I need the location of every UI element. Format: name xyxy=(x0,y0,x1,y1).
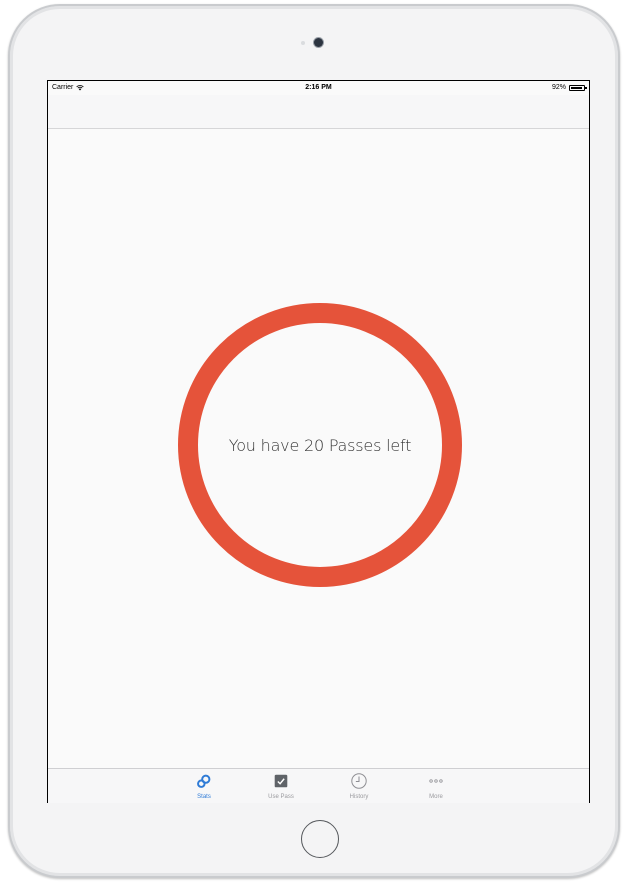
front-sensor xyxy=(301,41,305,45)
status-battery: 92% xyxy=(551,84,587,91)
battery-level-fill xyxy=(571,86,583,89)
status-bar: Carrier 2:16 PM 92% xyxy=(48,81,589,95)
tab-more-label: More xyxy=(429,794,443,800)
tab-stats[interactable]: Stats xyxy=(184,772,224,800)
app-view: Carrier 2:16 PM 92% You have 20 Passes l… xyxy=(48,81,589,803)
front-camera xyxy=(314,38,323,47)
clock-icon xyxy=(351,773,367,789)
more-icon xyxy=(429,779,443,783)
tab-bar: Stats Use Pass History More xyxy=(48,768,589,803)
tab-stats-label: Stats xyxy=(197,794,211,800)
navigation-bar xyxy=(48,95,589,129)
stats-icon xyxy=(197,774,211,788)
home-button[interactable] xyxy=(301,820,339,858)
tab-more[interactable]: More xyxy=(416,772,456,800)
battery-percent: 92% xyxy=(551,84,566,91)
tab-use-pass-label: Use Pass xyxy=(268,794,294,800)
passes-left-text: You have 20 Passes left xyxy=(228,435,412,455)
passes-ring: You have 20 Passes left xyxy=(178,303,462,587)
battery-icon xyxy=(569,84,587,91)
status-time: 2:16 PM xyxy=(305,84,332,91)
tab-history[interactable]: History xyxy=(339,772,379,800)
device-screen: Carrier 2:16 PM 92% You have 20 Passes l… xyxy=(47,80,590,803)
tab-use-pass[interactable]: Use Pass xyxy=(261,772,301,800)
stats-content: You have 20 Passes left xyxy=(48,129,589,769)
checkbox-icon xyxy=(274,774,288,788)
tab-history-label: History xyxy=(349,794,369,800)
